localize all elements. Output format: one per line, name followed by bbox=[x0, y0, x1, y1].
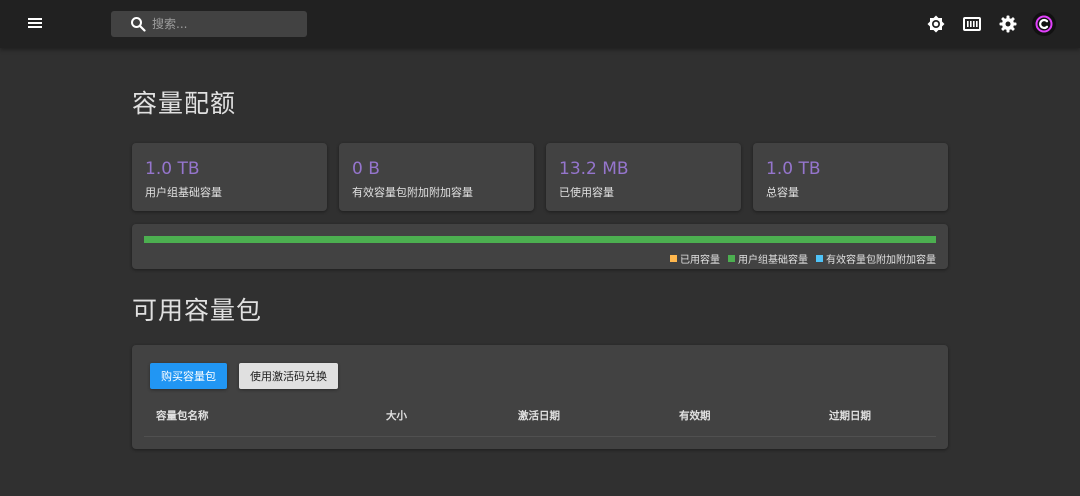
packs-title: 可用容量包 bbox=[132, 296, 263, 325]
usage-card: 已用容量 用户组基础容量 有效容量包附加附加容量 bbox=[132, 224, 948, 269]
packs-card: 购买容量包 使用激活码兑换 容量包名称 大小 激活日期 有效期 过期日期 bbox=[132, 345, 948, 449]
column-header-size[interactable]: 大小 bbox=[386, 408, 407, 423]
stat-value: 13.2 MB bbox=[559, 159, 629, 179]
legend-label: 用户组基础容量 bbox=[738, 255, 808, 266]
brightness-icon[interactable] bbox=[918, 12, 954, 36]
usage-legend: 已用容量 用户组基础容量 有效容量包附加附加容量 bbox=[670, 251, 936, 266]
legend-label: 有效容量包附加附加容量 bbox=[826, 255, 936, 266]
stat-value: 1.0 TB bbox=[145, 159, 200, 179]
stat-label: 总容量 bbox=[766, 186, 799, 199]
search-box[interactable] bbox=[111, 11, 307, 37]
gear-icon[interactable] bbox=[990, 12, 1026, 36]
stat-card-total: 1.0 TB 总容量 bbox=[753, 143, 948, 211]
avatar[interactable] bbox=[1032, 12, 1056, 36]
legend-item-pack: 有效容量包附加附加容量 bbox=[816, 251, 936, 266]
column-header-expiry-date[interactable]: 过期日期 bbox=[829, 408, 871, 423]
legend-item-group-base: 用户组基础容量 bbox=[728, 251, 808, 266]
search-input[interactable] bbox=[152, 17, 292, 31]
column-header-name[interactable]: 容量包名称 bbox=[156, 408, 209, 423]
quota-title: 容量配额 bbox=[132, 89, 237, 118]
table-divider bbox=[144, 436, 936, 437]
column-header-validity[interactable]: 有效期 bbox=[679, 408, 711, 423]
avatar-logo-icon bbox=[1035, 15, 1053, 33]
stat-label: 用户组基础容量 bbox=[145, 186, 222, 199]
menu-icon[interactable] bbox=[26, 16, 44, 32]
stat-label: 已使用容量 bbox=[559, 186, 614, 199]
stat-value: 0 B bbox=[352, 159, 380, 179]
stat-card-group-base: 1.0 TB 用户组基础容量 bbox=[132, 143, 327, 211]
stat-label: 有效容量包附加附加容量 bbox=[352, 186, 473, 199]
stat-value: 1.0 TB bbox=[766, 159, 821, 179]
usage-progress-bar bbox=[144, 236, 936, 243]
legend-label: 已用容量 bbox=[680, 255, 720, 266]
app-bar bbox=[0, 0, 1080, 48]
column-header-activation-date[interactable]: 激活日期 bbox=[518, 408, 560, 423]
stat-card-pack-extra: 0 B 有效容量包附加附加容量 bbox=[339, 143, 534, 211]
legend-swatch bbox=[670, 255, 677, 262]
stat-card-used: 13.2 MB 已使用容量 bbox=[546, 143, 741, 211]
storage-icon[interactable] bbox=[954, 12, 990, 36]
legend-swatch bbox=[728, 255, 735, 262]
legend-item-used: 已用容量 bbox=[670, 251, 720, 266]
legend-swatch bbox=[816, 255, 823, 262]
redeem-code-button[interactable]: 使用激活码兑换 bbox=[239, 363, 338, 389]
search-icon bbox=[131, 17, 146, 32]
buy-pack-button[interactable]: 购买容量包 bbox=[150, 363, 227, 389]
